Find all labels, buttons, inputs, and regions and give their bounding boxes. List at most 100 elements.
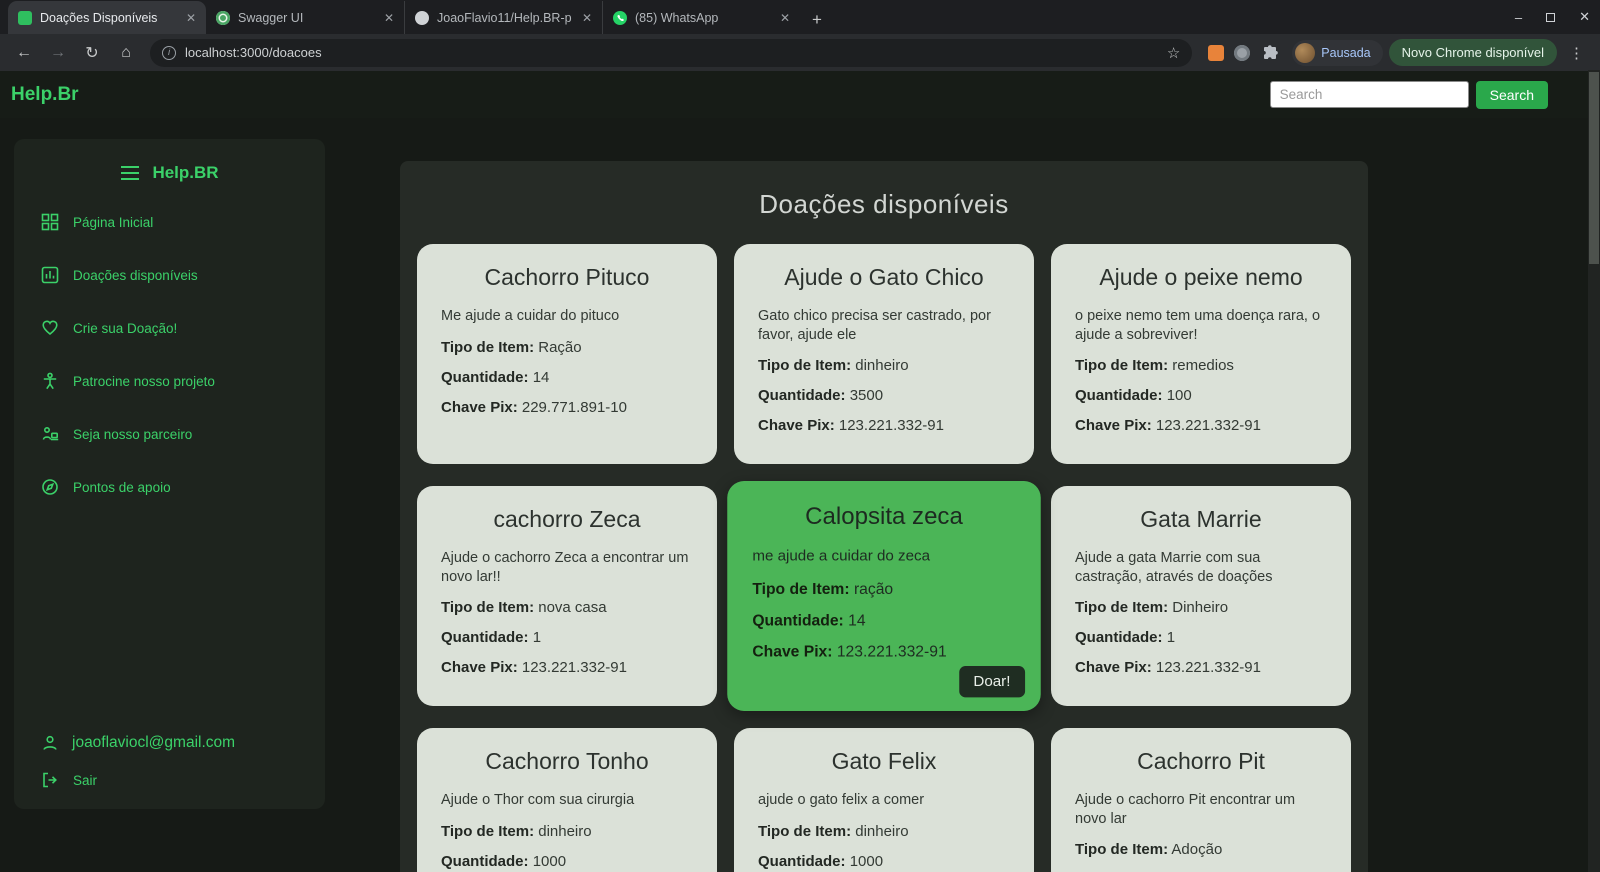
tab-close-icon[interactable]: ✕ bbox=[382, 11, 396, 25]
whatsapp-favicon-icon bbox=[613, 11, 627, 25]
card-quantity: Quantidade: 3500 bbox=[758, 387, 1010, 404]
window-controls: – ✕ bbox=[1515, 0, 1590, 34]
card-quantity: Quantidade: 1 bbox=[1075, 629, 1327, 646]
sidebar: Help.BR Página Inicial Doações disponíve… bbox=[14, 139, 325, 809]
tab-swagger[interactable]: Swagger UI ✕ bbox=[206, 1, 404, 34]
donation-card[interactable]: Gata Marrie Ajude a gata Marrie com sua … bbox=[1051, 486, 1351, 706]
grid-icon bbox=[41, 213, 59, 231]
card-item-type: Tipo de Item: nova casa bbox=[441, 599, 693, 616]
partner-icon bbox=[41, 425, 59, 443]
sidebar-item-patrocine[interactable]: Patrocine nosso projeto bbox=[41, 372, 325, 390]
heart-icon bbox=[41, 319, 59, 337]
sidebar-item-doacoes-disponiveis[interactable]: Doações disponíveis bbox=[41, 266, 325, 284]
sidebar-item-pagina-inicial[interactable]: Página Inicial bbox=[41, 213, 325, 231]
helpbr-favicon-icon bbox=[18, 11, 32, 25]
browser-toolbar: ← → ↻ ⌂ i localhost:3000/doacoes ☆ Pausa… bbox=[0, 34, 1600, 71]
search-button[interactable]: Search bbox=[1476, 81, 1548, 109]
donations-panel: Doações disponíveis Cachorro Pituco Me a… bbox=[400, 161, 1368, 872]
card-title: Gato Felix bbox=[758, 748, 1010, 775]
user-email-label: joaoflaviocl@gmail.com bbox=[72, 734, 235, 752]
user-email[interactable]: joaoflaviocl@gmail.com bbox=[41, 734, 325, 752]
card-item-type: Tipo de Item: Adoção bbox=[1075, 841, 1327, 858]
donation-card[interactable]: Cachorro Tonho Ajude o Thor com sua ciru… bbox=[417, 728, 717, 872]
card-description: me ajude a cuidar do zeca bbox=[752, 547, 1015, 566]
donation-card-highlighted[interactable]: Calopsita zeca me ajude a cuidar do zeca… bbox=[727, 481, 1041, 711]
card-title: Ajude o peixe nemo bbox=[1075, 264, 1327, 291]
github-favicon-icon bbox=[415, 11, 429, 25]
card-item-type: Tipo de Item: dinheiro bbox=[441, 823, 693, 840]
search-input[interactable] bbox=[1270, 81, 1469, 108]
sidebar-item-pontos-de-apoio[interactable]: Pontos de apoio bbox=[41, 478, 325, 496]
card-quantity: Quantidade: 1 bbox=[441, 629, 693, 646]
tab-strip: Doações Disponíveis ✕ Swagger UI ✕ JoaoF… bbox=[0, 0, 1600, 34]
card-description: Me ajude a cuidar do pituco bbox=[441, 307, 693, 326]
sidebar-item-label: Pontos de apoio bbox=[73, 480, 171, 495]
extensions-area bbox=[1202, 43, 1286, 63]
card-item-type: Tipo de Item: ração bbox=[752, 580, 1015, 598]
back-button[interactable]: ← bbox=[10, 39, 38, 67]
card-item-type: Tipo de Item: remedios bbox=[1075, 357, 1327, 374]
donation-card[interactable]: cachorro Zeca Ajude o cachorro Zeca a en… bbox=[417, 486, 717, 706]
tab-close-icon[interactable]: ✕ bbox=[184, 11, 198, 25]
sponsor-person-icon bbox=[41, 372, 59, 390]
card-pix-key: Chave Pix: 123.221.332-91 bbox=[1075, 659, 1327, 676]
browser-menu-icon[interactable]: ⋮ bbox=[1563, 44, 1590, 62]
reload-button[interactable]: ↻ bbox=[78, 39, 106, 67]
maximize-button[interactable] bbox=[1546, 13, 1555, 22]
circle-extension-icon[interactable] bbox=[1234, 45, 1250, 61]
swagger-favicon-icon bbox=[216, 11, 230, 25]
site-logo[interactable]: Help.Br bbox=[11, 84, 79, 106]
tab-title: Swagger UI bbox=[238, 11, 374, 25]
donation-card[interactable]: Cachorro Pit Ajude o cachorro Pit encont… bbox=[1051, 728, 1351, 872]
tab-close-icon[interactable]: ✕ bbox=[580, 11, 594, 25]
bookmark-star-icon[interactable]: ☆ bbox=[1167, 44, 1180, 62]
scrollbar-thumb[interactable] bbox=[1589, 72, 1599, 264]
minimize-button[interactable]: – bbox=[1515, 10, 1522, 25]
donation-card[interactable]: Ajude o Gato Chico Gato chico precisa se… bbox=[734, 244, 1034, 464]
site-navbar: Help.Br Search bbox=[0, 71, 1600, 118]
tab-title: (85) WhatsApp bbox=[635, 11, 770, 25]
logout-icon bbox=[41, 771, 59, 789]
card-title: Gata Marrie bbox=[1075, 506, 1327, 533]
page-content: Help.BR Página Inicial Doações disponíve… bbox=[0, 118, 1600, 872]
card-description: ajude o gato felix a comer bbox=[758, 791, 1010, 810]
close-window-button[interactable]: ✕ bbox=[1579, 9, 1590, 25]
orange-extension-icon[interactable] bbox=[1208, 45, 1224, 61]
sidebar-item-label: Crie sua Doação! bbox=[73, 321, 177, 336]
donate-button[interactable]: Doar! bbox=[959, 666, 1025, 697]
donations-grid: Cachorro Pituco Me ajude a cuidar do pit… bbox=[417, 244, 1351, 872]
sidebar-title: Help.BR bbox=[152, 163, 218, 183]
page-scrollbar[interactable] bbox=[1588, 70, 1600, 872]
card-item-type: Tipo de Item: dinheiro bbox=[758, 357, 1010, 374]
forward-button[interactable]: → bbox=[44, 39, 72, 67]
card-pix-key: Chave Pix: 123.221.332-91 bbox=[441, 659, 693, 676]
chrome-update-button[interactable]: Novo Chrome disponível bbox=[1389, 39, 1557, 66]
logout-button[interactable]: Sair bbox=[41, 771, 325, 789]
site-info-icon[interactable]: i bbox=[162, 46, 176, 60]
hamburger-menu-icon[interactable] bbox=[120, 165, 140, 181]
donation-card[interactable]: Cachorro Pituco Me ajude a cuidar do pit… bbox=[417, 244, 717, 464]
new-tab-button[interactable]: + bbox=[800, 10, 834, 34]
card-pix-key: Chave Pix: 123.221.332-91 bbox=[758, 417, 1010, 434]
home-button[interactable]: ⌂ bbox=[112, 39, 140, 67]
tab-github-repo[interactable]: JoaoFlavio11/Help.BR-proj... ✕ bbox=[404, 1, 602, 34]
support-points-icon bbox=[41, 478, 59, 496]
tab-whatsapp[interactable]: (85) WhatsApp ✕ bbox=[602, 1, 800, 34]
tab-doacoes[interactable]: Doações Disponíveis ✕ bbox=[8, 1, 206, 34]
address-bar[interactable]: i localhost:3000/doacoes ☆ bbox=[150, 39, 1192, 67]
card-quantity: Quantidade: 100 bbox=[1075, 387, 1327, 404]
extensions-puzzle-icon[interactable] bbox=[1260, 43, 1280, 63]
sidebar-item-seja-parceiro[interactable]: Seja nosso parceiro bbox=[41, 425, 325, 443]
card-item-type: Tipo de Item: Dinheiro bbox=[1075, 599, 1327, 616]
card-quantity: Quantidade: 1000 bbox=[441, 853, 693, 870]
donation-card[interactable]: Gato Felix ajude o gato felix a comer Ti… bbox=[734, 728, 1034, 872]
sidebar-item-label: Seja nosso parceiro bbox=[73, 427, 192, 442]
tab-close-icon[interactable]: ✕ bbox=[778, 11, 792, 25]
donation-card[interactable]: Ajude o peixe nemo o peixe nemo tem uma … bbox=[1051, 244, 1351, 464]
donations-chart-icon bbox=[41, 266, 59, 284]
card-pix-key: Chave Pix: 123.221.332-91 bbox=[752, 643, 1015, 661]
profile-chip[interactable]: Pausada bbox=[1292, 40, 1382, 66]
sidebar-item-crie-sua-doacao[interactable]: Crie sua Doação! bbox=[41, 319, 325, 337]
card-item-type: Tipo de Item: dinheiro bbox=[758, 823, 1010, 840]
card-title: Cachorro Tonho bbox=[441, 748, 693, 775]
